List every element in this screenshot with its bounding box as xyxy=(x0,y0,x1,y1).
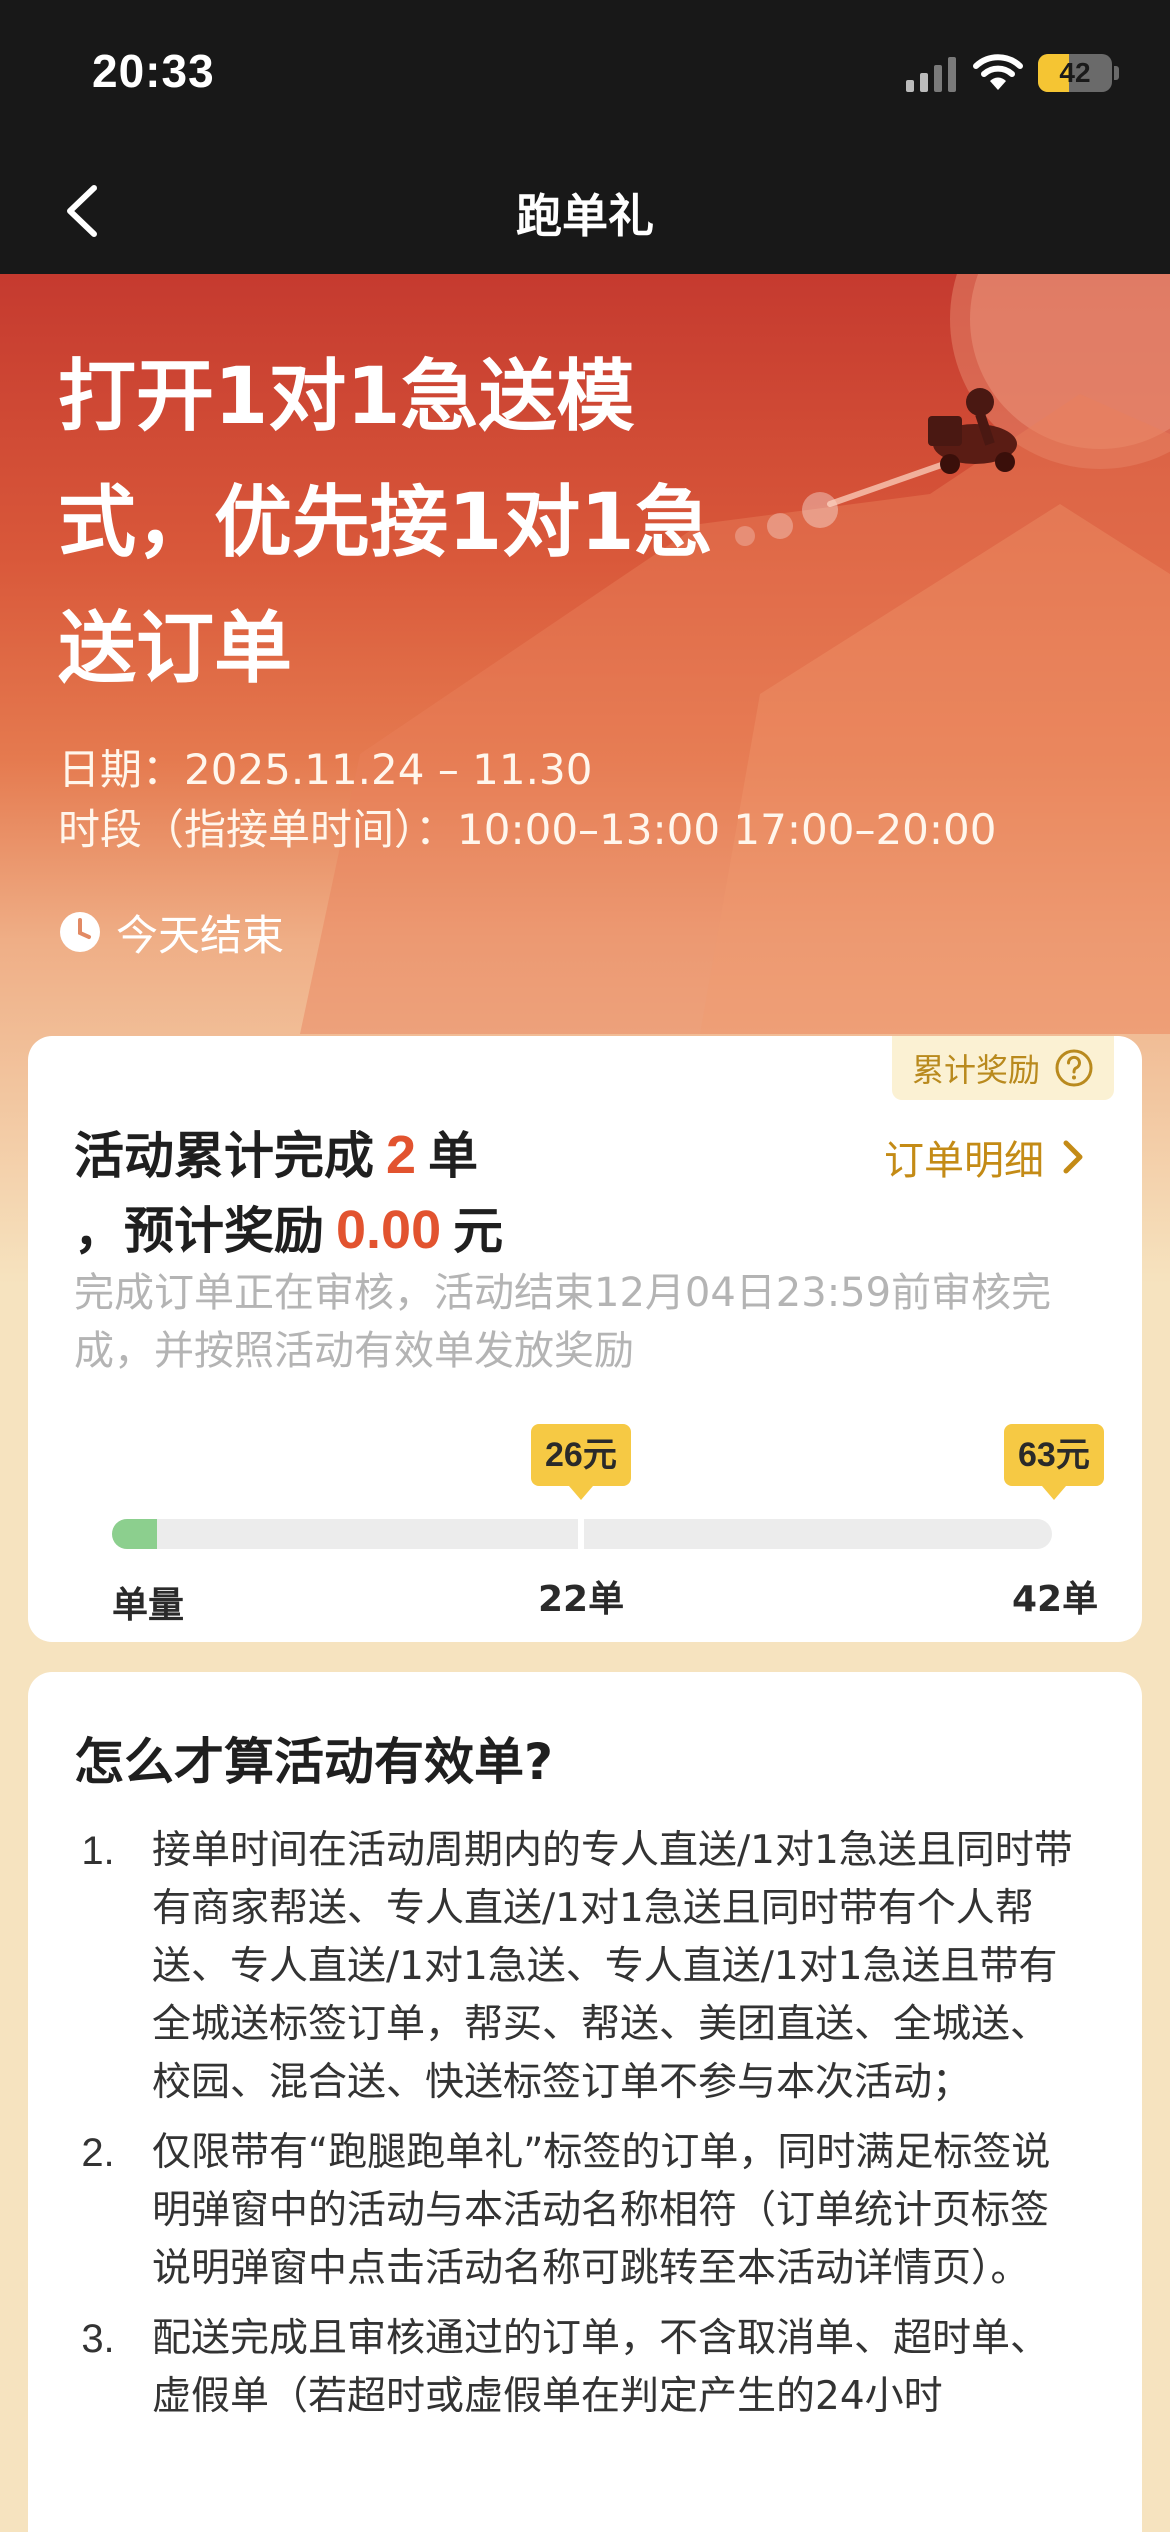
completed-orders-line: 活动累计完成 2 单 xyxy=(74,1116,478,1188)
milestone-orders-label: 22单 xyxy=(538,1579,625,1620)
countdown: 今天结束 xyxy=(58,902,284,962)
reward-card: 累计奖励 活动累计完成 2 单 ，预计奖励 0.00 元 订单明细 完成订单正在审核，活… xyxy=(28,1036,1142,1642)
hero-title: 打开1对1急送模式，优先接1对1急送订单 xyxy=(58,352,713,694)
activity-date: 日期：2025.11.24 – 11.30 xyxy=(58,745,593,794)
completed-prefix: 活动累计完成 xyxy=(74,1127,374,1185)
progress-axis-title: 单量 xyxy=(112,1585,185,1626)
reward-suffix: 元 xyxy=(453,1202,504,1260)
progress-fill xyxy=(112,1519,157,1549)
battery-label: 42 xyxy=(1059,57,1091,88)
help-icon[interactable] xyxy=(1054,1048,1094,1088)
rules-card: 怎么才算活动有效单? 1. 接单时间在活动周期内的专人直送/1对1急送且同时带有… xyxy=(28,1672,1142,2532)
review-note: 完成订单正在审核，活动结束12月04日23:59前审核完成，并按照活动有效单发放… xyxy=(74,1270,1052,1374)
milestone-orders-label: 42单 xyxy=(1012,1579,1099,1620)
reward-amount: 0.00 xyxy=(336,1200,442,1260)
order-detail-link[interactable]: 订单明细 xyxy=(884,1128,1086,1186)
clock-icon xyxy=(60,912,100,952)
rule-text: 接单时间在活动周期内的专人直送/1对1急送且同时带有商家帮送、专人直送/1对1急… xyxy=(152,1828,1073,2105)
nav-bar: 跑单礼 xyxy=(0,150,1170,274)
cumulative-reward-label: 累计奖励 xyxy=(911,1051,1040,1089)
reward-prefix: ，预计奖励 xyxy=(74,1202,324,1260)
cumulative-reward-tag[interactable]: 累计奖励 xyxy=(891,1036,1114,1100)
rules-list: 1. 接单时间在活动周期内的专人直送/1对1急送且同时带有商家帮送、专人直送/1… xyxy=(58,1822,1078,2438)
countdown-label: 今天结束 xyxy=(116,910,285,960)
activity-time-slot: 时段（指接单时间）：10:00–13:00 17:00–20:00 xyxy=(58,805,997,854)
completed-count: 2 xyxy=(386,1125,417,1185)
status-bar: 20:33 42 xyxy=(0,0,1170,150)
list-item: 3. 配送完成且审核通过的订单，不含取消单、超时单、虚假单（若超时或虚假单在判定… xyxy=(58,2310,1078,2426)
status-time: 20:33 xyxy=(92,45,215,97)
order-detail-label: 订单明细 xyxy=(884,1138,1044,1184)
completed-suffix: 单 xyxy=(428,1127,479,1185)
progress-divider xyxy=(578,1516,584,1552)
list-item: 1. 接单时间在活动周期内的专人直送/1对1急送且同时带有商家帮送、专人直送/1… xyxy=(58,1822,1078,2112)
list-item: 2. 仅限带有“跑腿跑单礼”标签的订单，同时满足标签说明弹窗中的活动与本活动名称… xyxy=(58,2124,1078,2298)
rule-number: 3. xyxy=(81,2317,115,2361)
page-title: 跑单礼 xyxy=(516,189,654,243)
battery-cap xyxy=(1114,66,1119,80)
wifi-icon xyxy=(973,54,1023,90)
rule-text: 配送完成且审核通过的订单，不含取消单、超时单、虚假单（若超时或虚假单在判定产生的… xyxy=(152,2316,1050,2419)
milestone-reward-tag: 63元 xyxy=(1004,1424,1104,1500)
milestone-reward-tag: 26元 xyxy=(531,1424,631,1500)
rule-number: 1. xyxy=(81,1829,115,1873)
rule-text: 仅限带有“跑腿跑单礼”标签的订单，同时满足标签说明弹窗中的活动与本活动名称相符（… xyxy=(152,2130,1051,2291)
battery-charging-icon: 42 xyxy=(1038,54,1112,92)
chevron-right-icon xyxy=(1063,1140,1083,1174)
rule-number: 2. xyxy=(81,2131,115,2175)
signal-icon xyxy=(906,57,956,92)
estimated-reward-line: ，预计奖励 0.00 元 xyxy=(74,1191,503,1263)
rules-title: 怎么才算活动有效单? xyxy=(74,1733,554,1791)
